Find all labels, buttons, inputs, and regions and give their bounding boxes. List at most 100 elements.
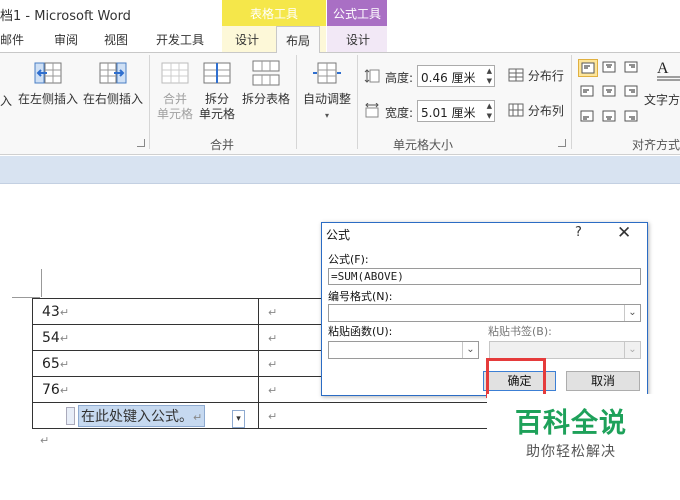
distribute-columns-label: 分布列 xyxy=(527,104,564,118)
table-cell[interactable]: 76↵ xyxy=(32,376,259,403)
help-icon[interactable]: ? xyxy=(575,225,582,240)
merge-cells-button[interactable]: 合并 单元格 xyxy=(155,59,195,122)
chevron-down-icon: ▾ xyxy=(324,111,329,120)
tab-review[interactable]: 审阅 xyxy=(54,31,78,48)
align-bottom-left-button[interactable] xyxy=(578,108,598,126)
tab-formula-design[interactable]: 设计 xyxy=(346,31,370,48)
align-middle-right-button[interactable] xyxy=(622,83,642,101)
chevron-down-icon[interactable]: ⌄ xyxy=(624,342,640,358)
merge-cells-label-2: 单元格 xyxy=(156,107,193,121)
text-direction-button[interactable]: A 文字方 xyxy=(644,57,680,108)
tab-table-design[interactable]: 设计 xyxy=(235,31,259,48)
table-tools-label: 表格工具 xyxy=(249,7,298,21)
cancel-button[interactable]: 取消 xyxy=(566,371,640,391)
title-bar: 档1 - Microsoft Word 表格工具 公式工具 xyxy=(0,0,680,26)
align-bottom-right-button[interactable] xyxy=(622,108,642,126)
insert-left-label: 在左侧插入 xyxy=(18,92,79,106)
insert-right-label: 在右侧插入 xyxy=(82,92,143,106)
row-height-input[interactable]: 0.46 厘米 ▲ ▼ xyxy=(417,65,495,87)
split-table-button[interactable]: 拆分表格 xyxy=(240,59,292,107)
split-cells-button[interactable]: 拆分 单元格 xyxy=(197,59,237,122)
align-top-right-icon xyxy=(624,61,638,73)
paste-bookmark-label: 粘贴书签(B): xyxy=(488,325,552,338)
tab-table-layout[interactable]: 布局 xyxy=(276,26,321,54)
split-cells-label-2: 单元格 xyxy=(198,107,235,121)
align-top-center-button[interactable] xyxy=(600,59,620,77)
column-width-icon xyxy=(365,103,379,118)
paste-function-select[interactable]: ⌄ xyxy=(328,341,479,359)
autofit-button[interactable]: 自动调整 ▾ xyxy=(301,59,353,123)
chevron-down-icon[interactable]: ⌄ xyxy=(624,305,640,321)
ruler-strip xyxy=(0,156,680,184)
row-height-icon xyxy=(364,69,380,83)
align-top-right-button[interactable] xyxy=(622,59,642,77)
paragraph-mark: ↵ xyxy=(268,331,278,345)
highlight-box xyxy=(486,358,546,398)
table-cell-formula[interactable]: 在此处键入公式。↵ xyxy=(32,402,259,429)
spinner-arrows-icon[interactable]: ▲ ▼ xyxy=(487,66,492,86)
paste-function-label: 粘贴函数(U): xyxy=(328,325,393,338)
align-middle-center-button[interactable] xyxy=(600,83,620,101)
width-label: 宽度: xyxy=(385,106,414,120)
paragraph-mark: ↵ xyxy=(40,434,50,447)
spinner-arrows-icon[interactable]: ▲ ▼ xyxy=(487,101,492,121)
insert-below-button-partial[interactable]: 入 xyxy=(0,94,12,109)
height-label: 高度: xyxy=(385,71,414,85)
align-bottom-center-button[interactable] xyxy=(600,108,620,126)
field-move-handle-icon[interactable] xyxy=(66,406,75,425)
insert-left-button[interactable]: 在左侧插入 xyxy=(18,59,78,107)
formula-input[interactable]: =SUM(ABOVE) xyxy=(328,268,641,285)
context-tab-formula-tools: 公式工具 xyxy=(327,0,387,26)
formula-label: 公式(F): xyxy=(328,253,369,266)
context-tab-table-tools: 表格工具 xyxy=(222,0,326,26)
align-top-left-button[interactable] xyxy=(578,59,598,77)
equation-placeholder-text: 在此处键入公式。 xyxy=(81,408,193,425)
insert-right-button[interactable]: 在右侧插入 xyxy=(82,59,144,107)
distribute-rows-label: 分布行 xyxy=(527,69,564,83)
watermark: 百科全说 助你轻松解决 xyxy=(487,394,655,480)
text-direction-icon: A xyxy=(657,60,680,81)
align-top-center-icon xyxy=(602,61,616,73)
paragraph-mark: ↵ xyxy=(59,305,70,319)
insert-left-icon xyxy=(34,62,62,84)
equation-options-dropdown-icon[interactable]: ▾ xyxy=(232,410,245,428)
table-cell[interactable]: ↵ xyxy=(258,402,519,429)
paragraph-mark: ↵ xyxy=(268,357,278,371)
table-row: 在此处键入公式。↵ ↵ xyxy=(32,402,519,429)
crop-mark xyxy=(41,269,42,297)
split-cells-label-1: 拆分 xyxy=(204,92,229,106)
insert-right-icon xyxy=(99,62,127,84)
merge-cells-icon xyxy=(161,62,189,84)
equation-placeholder[interactable]: 在此处键入公式。↵ xyxy=(78,404,206,427)
distribute-rows-button[interactable]: 分布行 xyxy=(508,68,564,84)
formula-tools-label: 公式工具 xyxy=(332,7,381,21)
ribbon-panel: 入 在左侧插入 在右侧插入 合并 单元格 拆分 单元格 拆分表格 自动调整 ▾ … xyxy=(0,53,680,155)
distribute-columns-button[interactable]: 分布列 xyxy=(508,103,564,119)
tab-mailings[interactable]: 邮件 xyxy=(0,31,24,48)
equation-field[interactable]: 在此处键入公式。↵ xyxy=(66,404,206,427)
column-width-input[interactable]: 5.01 厘米 ▲ ▼ xyxy=(417,100,495,122)
tab-view[interactable]: 视图 xyxy=(104,31,128,48)
ribbon-tabs: 邮件 审阅 视图 开发工具 设计 布局 设计 xyxy=(0,26,680,54)
table-cell[interactable]: 65↵ xyxy=(32,350,259,377)
paragraph-mark: ↵ xyxy=(268,409,278,423)
rows-columns-dialog-launcher-icon[interactable] xyxy=(137,139,145,147)
table-cell[interactable]: 54↵ xyxy=(32,324,259,351)
close-icon[interactable]: ✕ xyxy=(617,223,631,243)
align-bottom-left-icon xyxy=(580,110,594,122)
cell-value: 54 xyxy=(42,329,60,346)
chevron-down-icon[interactable]: ⌄ xyxy=(462,342,478,358)
paste-bookmark-select[interactable]: ⌄ xyxy=(489,341,641,359)
column-width-value: 5.01 厘米 xyxy=(421,106,476,120)
formula-input-value: =SUM(ABOVE) xyxy=(331,270,404,283)
cell-size-dialog-launcher-icon[interactable] xyxy=(558,139,566,147)
separator xyxy=(296,55,297,149)
separator xyxy=(357,55,358,149)
paragraph-mark: ↵ xyxy=(59,357,70,371)
number-format-select[interactable]: ⌄ xyxy=(328,304,641,322)
cell-value: 65 xyxy=(42,355,60,372)
tab-developer[interactable]: 开发工具 xyxy=(156,31,204,48)
table-cell[interactable]: 43↵ xyxy=(32,298,259,325)
align-middle-left-button[interactable] xyxy=(578,83,598,101)
watermark-title: 百科全说 xyxy=(515,408,627,439)
